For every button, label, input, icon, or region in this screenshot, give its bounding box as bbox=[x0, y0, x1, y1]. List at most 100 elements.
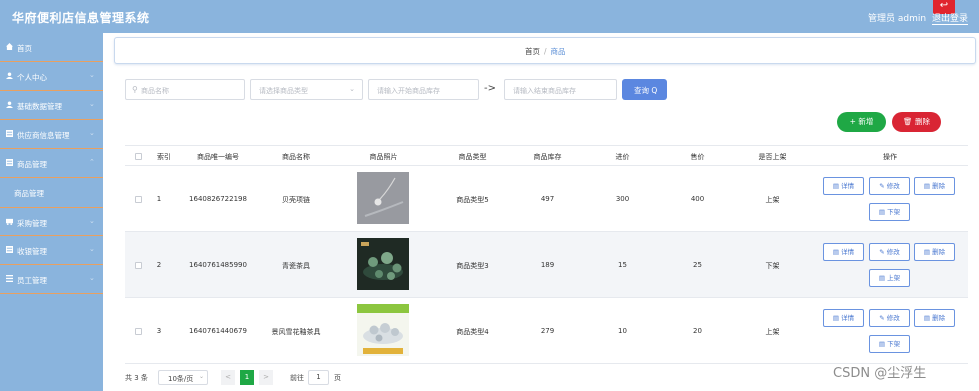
logout-button[interactable]: 退出登录 bbox=[932, 11, 969, 25]
chevron-down-icon: ⌄ bbox=[349, 85, 355, 93]
edit-button[interactable]: ✎ 修改 bbox=[869, 309, 910, 327]
row-status: 上架 bbox=[765, 196, 780, 204]
table-row: 1 1640826722198 贝壳项链 商品类型5 497 300 400 上… bbox=[125, 166, 968, 232]
column-header: 操作 bbox=[883, 153, 897, 161]
shelf-icon: ▤ bbox=[878, 274, 886, 282]
row-price: 25 bbox=[693, 261, 702, 269]
table-row: 2 1640761485990 青瓷茶具 商品类型3 189 15 25 下架 … bbox=[125, 232, 968, 298]
row-stock: 279 bbox=[540, 327, 555, 335]
watermark: CSDN @尘浮生 bbox=[833, 366, 927, 381]
sidebar-item-cashier[interactable]: 收银管理 ⌄ bbox=[0, 236, 103, 265]
sidebar-item-staff[interactable]: 员工管理 ⌄ bbox=[0, 265, 103, 294]
sidebar-item-label: 员工管理 bbox=[17, 276, 47, 285]
breadcrumb-home[interactable]: 首页 bbox=[525, 47, 540, 56]
row-checkbox[interactable] bbox=[135, 262, 142, 269]
chevron-down-icon: ⌄ bbox=[89, 100, 95, 108]
pencil-icon: ✎ bbox=[879, 314, 885, 322]
toggle-shelf-button[interactable]: ▤ 下架 bbox=[869, 203, 910, 221]
chevron-down-icon: ⌄ bbox=[199, 373, 205, 380]
select-all-checkbox[interactable] bbox=[135, 153, 142, 160]
row-name: 贝壳项链 bbox=[282, 196, 310, 204]
row-stock: 189 bbox=[540, 261, 555, 269]
sidebar-item-profile[interactable]: 个人中心 ⌄ bbox=[0, 62, 103, 91]
chevron-down-icon: ⌄ bbox=[89, 245, 95, 253]
chevron-up-icon: ⌃ bbox=[89, 158, 95, 166]
goto-label: 前往 bbox=[290, 374, 304, 382]
breadcrumb-separator: / bbox=[544, 47, 547, 56]
trash-icon: ▤ bbox=[923, 248, 931, 256]
grid-icon bbox=[6, 246, 13, 253]
row-code: 1640761440679 bbox=[189, 327, 247, 335]
page-size-select[interactable]: 10条/页 ⌄ bbox=[158, 370, 208, 385]
next-page-button[interactable]: > bbox=[259, 370, 273, 385]
edit-button[interactable]: ✎ 修改 bbox=[869, 243, 910, 261]
detail-button[interactable]: ▤ 详情 bbox=[823, 309, 864, 327]
chevron-down-icon: ⌄ bbox=[89, 129, 95, 137]
grid-icon bbox=[6, 130, 13, 137]
trash-icon: ▤ bbox=[923, 182, 931, 190]
sidebar-item-label: 商品管理 bbox=[17, 160, 47, 169]
row-status: 下架 bbox=[765, 262, 780, 270]
doc-icon: ▤ bbox=[832, 248, 840, 256]
detail-button[interactable]: ▤ 详情 bbox=[823, 177, 864, 195]
column-header: 进价 bbox=[615, 153, 630, 161]
prev-page-button[interactable]: < bbox=[221, 370, 235, 385]
goods-type-select[interactable]: 请选择商品类型 ⌄ bbox=[250, 79, 363, 100]
sidebar-item-base-data[interactable]: 基础数据管理 ⌄ bbox=[0, 91, 103, 120]
row-stock: 497 bbox=[540, 195, 555, 203]
toggle-shelf-button[interactable]: ▤ 下架 bbox=[869, 335, 910, 353]
sidebar-subitem-goods[interactable]: 商品管理 bbox=[0, 178, 103, 207]
top-bar: 华府便利店信息管理系统 管理员 admin ↩ 退出登录 bbox=[0, 0, 979, 33]
sidebar-item-goods[interactable]: 商品管理 ⌃ bbox=[0, 149, 103, 178]
table-row: 3 1640761440679 景风雪花釉茶具 商品类型4 279 10 20 … bbox=[125, 298, 968, 364]
goods-name-input[interactable]: ⚲ 商品名称 bbox=[125, 79, 245, 100]
stock-end-input[interactable]: 请输入结束商品库存 bbox=[504, 79, 617, 100]
sidebar-item-label: 个人中心 bbox=[17, 73, 47, 82]
edit-button[interactable]: ✎ 修改 bbox=[869, 177, 910, 195]
pencil-icon: ✎ bbox=[879, 248, 885, 256]
goto-page-input[interactable]: 1 bbox=[308, 370, 329, 385]
query-button[interactable]: 查询 Q bbox=[622, 79, 667, 100]
row-cost: 15 bbox=[618, 261, 627, 269]
shelf-icon: ▤ bbox=[878, 208, 886, 216]
sidebar-item-home[interactable]: 首页 bbox=[0, 33, 103, 62]
column-header: 商品照片 bbox=[369, 153, 398, 161]
sidebar-item-purchase[interactable]: 采购管理 ⌄ bbox=[0, 207, 103, 236]
sidebar-item-supplier[interactable]: 供应商信息管理 ⌄ bbox=[0, 120, 103, 149]
doc-icon: ▤ bbox=[832, 182, 840, 190]
row-name: 青瓷茶具 bbox=[282, 262, 310, 270]
range-arrow: -> bbox=[484, 83, 496, 94]
page-number-button[interactable]: 1 bbox=[240, 370, 254, 385]
row-checkbox[interactable] bbox=[135, 328, 142, 335]
table-header: 索引 商品唯一编号 商品名称 商品照片 商品类型 商品库存 进价 售价 是否上架… bbox=[125, 145, 968, 166]
product-photo bbox=[357, 238, 409, 290]
stock-start-input[interactable]: 请输入开始商品库存 bbox=[368, 79, 479, 100]
row-index: 3 bbox=[156, 327, 162, 335]
user-icon bbox=[6, 72, 13, 79]
goto-unit: 页 bbox=[334, 374, 341, 382]
row-delete-button[interactable]: ▤ 删除 bbox=[914, 309, 955, 327]
row-price: 20 bbox=[693, 327, 702, 335]
column-header: 售价 bbox=[690, 153, 705, 161]
cart-icon bbox=[6, 218, 13, 225]
row-index: 1 bbox=[156, 195, 162, 203]
sidebar-item-label: 采购管理 bbox=[17, 219, 47, 228]
column-header: 商品唯一编号 bbox=[197, 153, 239, 161]
row-price: 400 bbox=[690, 195, 705, 203]
sidebar-item-label: 供应商信息管理 bbox=[17, 131, 70, 140]
toggle-shelf-button[interactable]: ▤ 上架 bbox=[869, 269, 910, 287]
column-header: 索引 bbox=[157, 153, 171, 161]
row-delete-button[interactable]: ▤ 删除 bbox=[914, 243, 955, 261]
add-button[interactable]: + 新增 bbox=[837, 112, 886, 132]
column-header: 商品类型 bbox=[458, 153, 487, 161]
row-type: 商品类型3 bbox=[456, 262, 489, 270]
shelf-icon: ▤ bbox=[878, 340, 886, 348]
row-cost: 10 bbox=[618, 327, 627, 335]
product-photo bbox=[357, 304, 409, 356]
sidebar-item-label: 商品管理 bbox=[14, 189, 44, 198]
detail-button[interactable]: ▤ 详情 bbox=[823, 243, 864, 261]
row-delete-button[interactable]: ▤ 删除 bbox=[914, 177, 955, 195]
row-checkbox[interactable] bbox=[135, 196, 142, 203]
delete-button[interactable]: 🗑 删除 bbox=[892, 112, 941, 132]
total-count: 共 3 条 bbox=[125, 374, 148, 382]
